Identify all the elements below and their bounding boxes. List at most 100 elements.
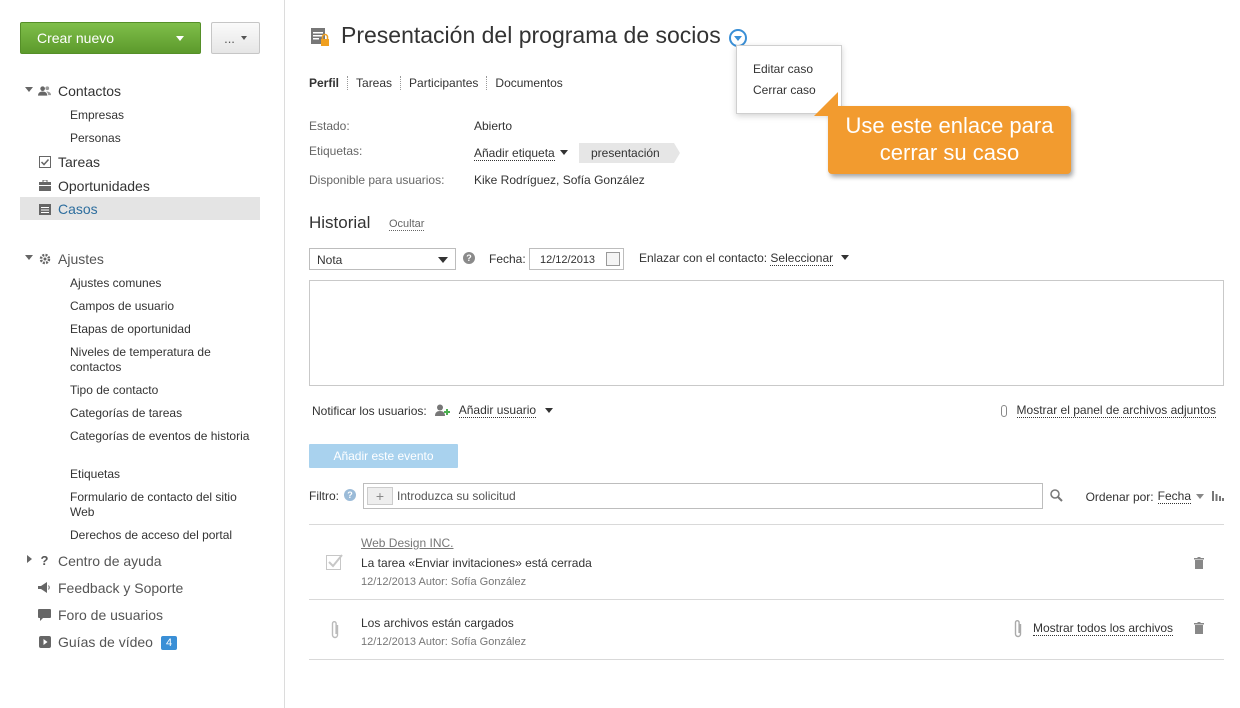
search-icon[interactable]: [1050, 489, 1063, 502]
tutorial-callout: Use este enlace para cerrar su caso: [828, 106, 1071, 174]
event-type-value: Nota: [317, 253, 343, 267]
sidebar-item-contacts[interactable]: Contactos: [20, 79, 260, 102]
help-icon[interactable]: ?: [463, 252, 475, 264]
tab-participants[interactable]: Participantes: [400, 76, 486, 90]
expand-triangle-icon[interactable]: [25, 255, 33, 260]
task-closed-icon: [326, 553, 344, 573]
sidebar-item-label: Centro de ayuda: [58, 552, 162, 569]
order-by: Ordenar por: Fecha: [1086, 489, 1224, 504]
settings-item-task-categories[interactable]: Categorías de tareas: [70, 406, 250, 421]
play-icon: [38, 635, 51, 648]
plus-icon[interactable]: +: [367, 487, 393, 505]
sidebar-item-label: Feedback y Soporte: [58, 579, 184, 596]
event-text-area[interactable]: [309, 280, 1224, 386]
add-tag-link[interactable]: Añadir etiqueta: [474, 146, 568, 161]
status-label: Estado:: [309, 119, 350, 133]
settings-item-contact-type[interactable]: Tipo de contacto: [70, 383, 250, 398]
filter-placeholder: Introduzca su solicitud: [397, 489, 516, 503]
settings-item-user-fields[interactable]: Campos de usuario: [70, 299, 250, 314]
more-button[interactable]: ...: [211, 22, 260, 54]
page-title: Presentación del programa de socios: [341, 22, 721, 48]
event-contact-link[interactable]: Web Design INC.: [361, 536, 453, 550]
settings-item-opportunity-stages[interactable]: Etapas de oportunidad: [70, 322, 250, 337]
event-meta: 12/12/2013 Autor: Sofía González: [361, 636, 527, 648]
settings-item-web-form[interactable]: Formulario de contacto del sitio Web: [70, 490, 250, 520]
sidebar-item-forum[interactable]: Foro de usuarios: [20, 603, 260, 626]
sidebar-item-companies[interactable]: Empresas: [70, 108, 250, 123]
event-type-select[interactable]: Nota: [309, 248, 456, 270]
tab-tasks[interactable]: Tareas: [347, 76, 400, 90]
sidebar-item-label: Guías de vídeo 4: [58, 633, 178, 650]
settings-item-tags[interactable]: Etiquetas: [70, 467, 250, 482]
attachments-link[interactable]: Mostrar el panel de archivos adjuntos: [1016, 403, 1216, 418]
sidebar-item-tasks[interactable]: Tareas: [20, 150, 260, 173]
chevron-down-icon[interactable]: [559, 150, 568, 155]
date-value: 12/12/2013: [540, 254, 596, 266]
calendar-icon[interactable]: [606, 252, 620, 266]
checkbox-icon: [38, 155, 51, 168]
history-event: Web Design INC. La tarea «Enviar invitac…: [309, 524, 1224, 599]
settings-item-portal-rights[interactable]: Derechos de acceso del portal: [70, 528, 250, 543]
chevron-down-icon[interactable]: [545, 408, 554, 413]
filter-input[interactable]: + Introduzca su solicitud: [363, 483, 1043, 509]
expand-triangle-icon[interactable]: [25, 87, 33, 92]
sidebar-item-label: Tareas: [58, 153, 101, 170]
settings-item-temperature-levels[interactable]: Niveles de temperatura de contactos: [70, 345, 250, 375]
link-contact-label: Enlazar con el contacto:: [639, 251, 768, 265]
chevron-down-icon: [438, 257, 448, 263]
chevron-down-icon[interactable]: [1196, 494, 1204, 499]
order-value[interactable]: Fecha: [1157, 489, 1191, 504]
sidebar-item-opportunities[interactable]: Oportunidades: [20, 174, 260, 197]
settings-item-common[interactable]: Ajustes comunes: [70, 276, 250, 291]
filter-help-icon[interactable]: ?: [344, 489, 356, 501]
more-label: ...: [224, 30, 235, 46]
trash-icon[interactable]: [1194, 557, 1204, 569]
add-event-button[interactable]: Añadir este evento: [309, 444, 458, 468]
sidebar-item-cases[interactable]: Casos: [20, 197, 260, 220]
tab-documents[interactable]: Documentos: [486, 76, 570, 90]
sidebar-item-label: Ajustes: [58, 250, 104, 267]
notify-label: Notificar los usuarios:: [312, 403, 427, 418]
sidebar-item-settings[interactable]: Ajustes: [20, 247, 260, 270]
case-actions-dropdown-icon[interactable]: [728, 28, 747, 47]
create-new-button[interactable]: Crear nuevo: [20, 22, 201, 54]
expand-triangle-icon[interactable]: [27, 555, 32, 563]
available-users-label: Disponible para usuarios:: [309, 173, 445, 187]
case-tabs: Perfil Tareas Participantes Documentos: [309, 76, 571, 90]
date-field[interactable]: 12/12/2013: [529, 248, 624, 270]
link-contact: Enlazar con el contacto: Seleccionar: [639, 251, 850, 266]
create-new-label: Crear nuevo: [37, 30, 115, 46]
link-contact-select[interactable]: Seleccionar: [770, 251, 834, 266]
videos-count-badge: 4: [160, 635, 178, 650]
chevron-down-icon: [176, 35, 184, 41]
settings-item-history-categories[interactable]: Categorías de eventos de historia: [70, 429, 250, 444]
trash-icon[interactable]: [1194, 622, 1204, 634]
attachments-panel-toggle[interactable]: Mostrar el panel de archivos adjuntos: [1000, 403, 1216, 418]
megaphone-icon: [38, 581, 51, 594]
add-tag-label[interactable]: Añadir etiqueta: [474, 146, 555, 161]
show-all-files-link[interactable]: Mostrar todos los archivos: [1033, 621, 1174, 636]
status-value: Abierto: [474, 119, 513, 133]
sidebar: Crear nuevo ... Contactos Empresas Perso…: [0, 0, 285, 708]
case-icon: [38, 202, 51, 215]
gear-icon: [38, 252, 51, 265]
callout-line-1: Use este enlace para: [845, 113, 1054, 138]
sidebar-item-videos[interactable]: Guías de vídeo 4: [20, 630, 260, 653]
tag-chip[interactable]: presentación: [579, 143, 680, 163]
add-user-icon: [434, 404, 451, 417]
sidebar-item-feedback[interactable]: Feedback y Soporte: [20, 576, 260, 599]
sort-direction-icon[interactable]: [1212, 490, 1224, 504]
menu-item-edit-case[interactable]: Editar caso: [753, 59, 841, 80]
sidebar-item-help-center[interactable]: ? Centro de ayuda: [20, 549, 260, 572]
videos-label: Guías de vídeo: [58, 633, 153, 650]
tab-profile[interactable]: Perfil: [309, 76, 347, 90]
speech-bubble-icon: [38, 608, 51, 621]
add-user-link[interactable]: Añadir usuario: [458, 403, 537, 418]
sidebar-item-label: Casos: [58, 200, 98, 217]
history-hide-link[interactable]: Ocultar: [389, 218, 425, 231]
sidebar-item-label: Contactos: [58, 82, 122, 99]
chevron-down-icon: [240, 36, 247, 40]
sidebar-item-persons[interactable]: Personas: [70, 131, 250, 146]
available-users-value: Kike Rodríguez, Sofía González: [474, 173, 645, 187]
chevron-down-icon[interactable]: [841, 255, 850, 260]
